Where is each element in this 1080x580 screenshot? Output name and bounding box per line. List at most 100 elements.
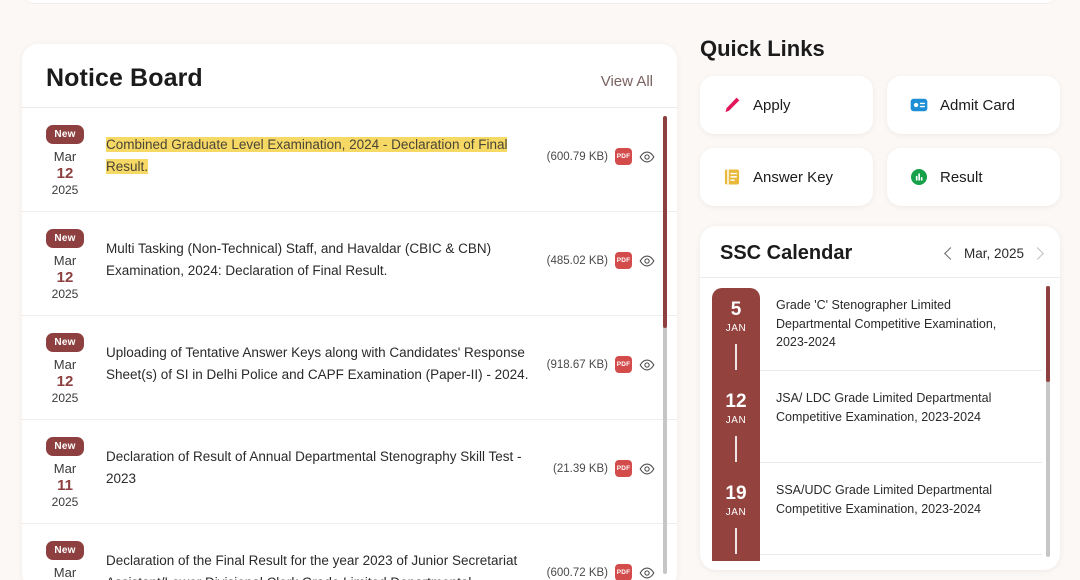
file-size-label: (485.02 KB) (546, 254, 608, 267)
notice-row[interactable]: New Mar 11 2025 Declaration of Result of Ann… (22, 420, 677, 524)
notice-board-card: Notice Board View All New Mar 12 2025 Combin… (22, 44, 677, 580)
notice-title-text[interactable]: Multi Tasking (Non-Technical) Staff, and… (98, 226, 537, 282)
status-badge: New (46, 541, 84, 560)
quick-links-title: Quick Links (700, 36, 825, 61)
notice-date-day: 11 (57, 477, 73, 494)
quick-link-admit-card[interactable]: Admit Card (887, 76, 1060, 134)
calendar-body[interactable]: 5 JAN Grade 'C' Stenographer Limited Depar… (700, 278, 1060, 561)
pencil-icon (722, 95, 742, 115)
pdf-icon[interactable]: PDF (615, 460, 632, 477)
notice-title-text[interactable]: Declaration of Result of Annual Departme… (98, 434, 543, 490)
notice-row[interactable]: New Mar 12 2025 Uploading of Tentative Answe… (22, 316, 677, 420)
calendar-date-separator (735, 436, 737, 462)
file-size-label: (21.39 KB) (553, 462, 608, 475)
file-size-label: (918.67 KB) (546, 358, 608, 371)
calendar-event-row[interactable]: 5 JAN Grade 'C' Stenographer Limited Depar… (726, 278, 1042, 370)
notice-date-month: Mar (53, 149, 77, 164)
calendar-event-date: 19 JAN (712, 462, 760, 554)
notice-scrollbar-thumb[interactable] (663, 116, 667, 328)
status-badge: New (46, 333, 84, 352)
right-column: Quick Links Apply Admit Card Answer Key Res… (700, 36, 1060, 570)
notice-date-column: New Mar 12 2025 (42, 122, 88, 197)
notice-date-year: 2025 (51, 495, 79, 509)
status-badge: New (46, 437, 84, 456)
notice-meta: (21.39 KB) PDF (553, 434, 655, 477)
quick-link-label: Answer Key (753, 168, 834, 186)
calendar-event-date: 12 JAN (712, 370, 760, 462)
quick-link-answer-key[interactable]: Answer Key (700, 148, 873, 206)
view-all-link[interactable]: View All (601, 73, 653, 90)
eye-icon[interactable] (639, 357, 655, 373)
quick-link-result[interactable]: Result (887, 148, 1060, 206)
notice-meta: (600.79 KB) PDF (547, 122, 655, 165)
eye-icon[interactable] (639, 565, 655, 580)
file-size-label: (600.72 KB) (546, 566, 608, 579)
calendar-event-row[interactable]: 1Selection Post Examination, Phase-XII, … (760, 554, 1042, 570)
bar-chart-icon (909, 167, 929, 187)
calendar-scrollbar-thumb[interactable] (1046, 286, 1050, 382)
status-badge: New (46, 125, 84, 144)
quick-links-grid: Apply Admit Card Answer Key Result (700, 76, 1060, 206)
notice-title-text[interactable]: Combined Graduate Level Examination, 202… (98, 122, 537, 178)
calendar-month-label: Mar, 2025 (963, 246, 1024, 261)
notice-list-scroll-area[interactable]: New Mar 12 2025 Combined Graduate Level Exam… (22, 108, 677, 580)
notice-title-text[interactable]: Uploading of Tentative Answer Keys along… (98, 330, 537, 386)
notice-list: New Mar 12 2025 Combined Graduate Level Exam… (22, 108, 677, 580)
calendar-event-date: 1 (712, 554, 760, 570)
chevron-left-icon[interactable] (944, 247, 957, 260)
notice-date-day: 12 (56, 269, 74, 286)
calendar-event-month: JAN (725, 415, 747, 426)
eye-icon[interactable] (639, 253, 655, 269)
status-badge: New (46, 229, 84, 248)
pdf-icon[interactable]: PDF (615, 148, 632, 165)
notice-date-column: NewMar102025 (42, 538, 88, 580)
answer-sheet-icon (722, 167, 742, 187)
notice-date-column: New Mar 11 2025 (42, 434, 88, 509)
ssc-calendar-card: SSC Calendar Mar, 2025 5 JAN Grade 'C' Ste… (700, 226, 1060, 570)
calendar-date-separator (735, 528, 737, 554)
notice-date-column: New Mar 12 2025 (42, 330, 88, 405)
calendar-event-date: 5 JAN (712, 278, 760, 370)
quick-link-label: Apply (753, 96, 791, 114)
pdf-icon[interactable]: PDF (615, 564, 632, 580)
notice-date-day: 12 (56, 373, 74, 390)
calendar-nav: Mar, 2025 (944, 246, 1044, 261)
notice-date-column: New Mar 12 2025 (42, 226, 88, 301)
notice-meta: (918.67 KB) PDF (547, 330, 655, 373)
calendar-event-row[interactable]: 12 JAN JSA/ LDC Grade Limited Departmental… (725, 370, 1042, 462)
pdf-icon[interactable]: PDF (615, 356, 632, 373)
notice-date-month: Mar (53, 565, 77, 580)
eye-icon[interactable] (639, 149, 655, 165)
notice-date-month: Mar (53, 357, 77, 372)
chevron-right-icon[interactable] (1031, 247, 1044, 260)
notice-row[interactable]: NewMar102025Declaration of the Final Res… (22, 524, 677, 580)
notice-date-month: Mar (53, 461, 77, 476)
quick-link-label: Result (940, 168, 983, 186)
calendar-event-text: Grade 'C' Stenographer Limited Departmen… (776, 298, 997, 349)
calendar-event-text: SSA/UDC Grade Limited Departmental Compe… (760, 462, 1042, 528)
notice-date-year: 2025 (51, 287, 79, 301)
notice-board-header: Notice Board View All (22, 44, 677, 108)
previous-card-sliver (22, 0, 1058, 4)
calendar-event-text: Selection Post Examination, Phase-XII, 2… (760, 554, 1042, 570)
calendar-title: SSC Calendar (720, 242, 853, 264)
calendar-event-row[interactable]: 19 JAN SSA/UDC Grade Limited Departmental … (725, 462, 1042, 554)
calendar-event-list: 5 JAN Grade 'C' Stenographer Limited Depar… (725, 278, 1042, 561)
notice-meta: (600.72 KB) PDF (547, 538, 655, 580)
page-root: Notice Board View All New Mar 12 2025 Combin… (0, 0, 1080, 580)
notice-row[interactable]: New Mar 12 2025 Combined Graduate Level Exam… (22, 108, 677, 212)
calendar-event-text: JSA/ LDC Grade Limited Departmental Comp… (760, 370, 1042, 436)
quick-link-apply[interactable]: Apply (700, 76, 873, 134)
notice-date-day: 12 (56, 165, 74, 182)
eye-icon[interactable] (639, 461, 655, 477)
calendar-date-separator (735, 344, 737, 370)
pdf-icon[interactable]: PDF (615, 252, 632, 269)
file-size-label: (600.79 KB) (546, 150, 608, 163)
page-title: Notice Board (46, 64, 203, 92)
notice-row[interactable]: New Mar 12 2025 Multi Tasking (Non-Technical… (22, 212, 677, 316)
calendar-event-day: 12 (725, 391, 747, 412)
calendar-event-day: 19 (725, 483, 747, 504)
calendar-event-month: JAN (725, 323, 747, 334)
notice-date-month: Mar (53, 253, 77, 268)
notice-title-text[interactable]: Declaration of the Final Result for the … (98, 538, 537, 580)
